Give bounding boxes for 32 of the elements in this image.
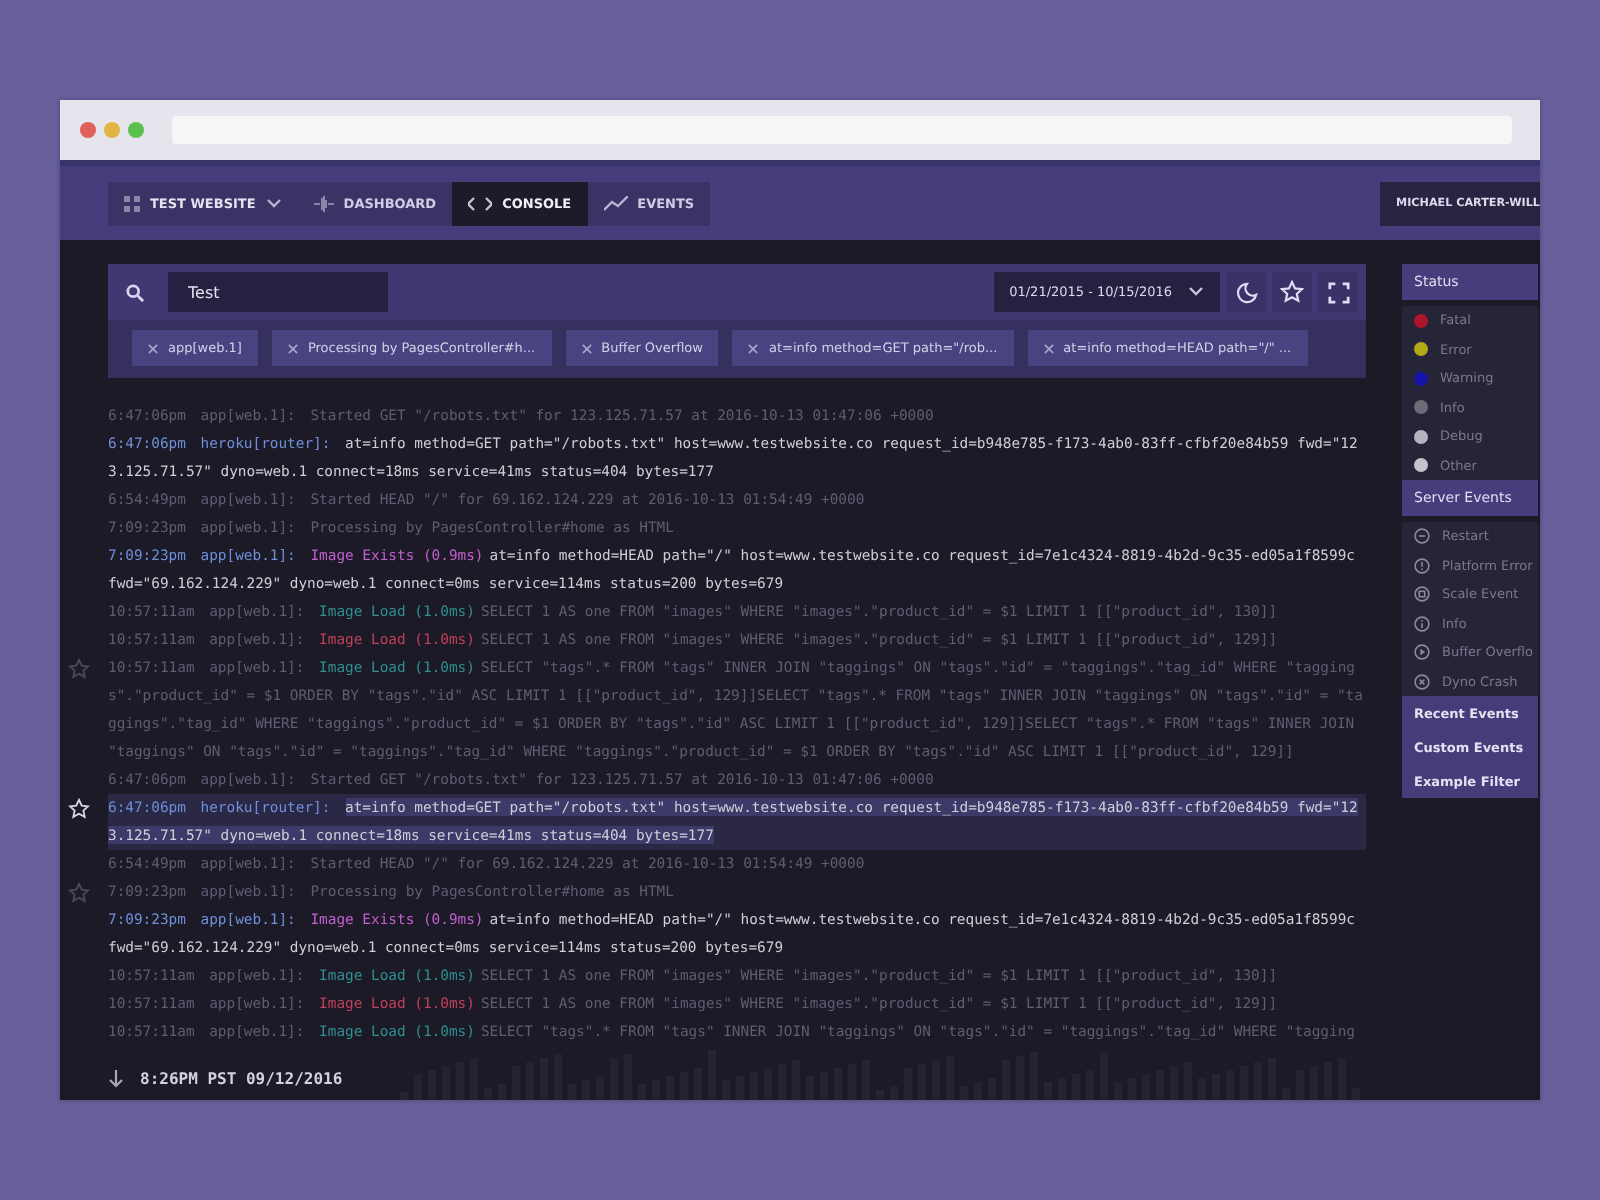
close-icon [287, 343, 298, 353]
exclamation-circle-icon [1414, 557, 1430, 574]
minus-circle-icon [1414, 528, 1430, 545]
code-icon [468, 195, 493, 211]
star-icon [1280, 280, 1304, 304]
minimize-dot-icon[interactable] [104, 122, 120, 138]
live-timestamp: 8:26PM PST 09/12/2016 [140, 1069, 343, 1087]
fullscreen-button[interactable] [1318, 272, 1358, 312]
square-circle-icon [1414, 586, 1430, 603]
cross-circle-icon [1414, 673, 1430, 690]
close-icon [1043, 343, 1054, 353]
close-icon [748, 343, 759, 353]
night-mode-button[interactable] [1226, 272, 1266, 312]
close-dot-icon[interactable] [80, 122, 96, 138]
favorite-button[interactable] [1272, 272, 1312, 312]
pulse-icon [313, 195, 334, 211]
star-icon[interactable] [68, 882, 90, 904]
down-arrow-icon[interactable] [108, 1069, 124, 1087]
grid-icon [124, 195, 140, 211]
close-icon [581, 343, 592, 353]
fullscreen-icon [1327, 281, 1349, 303]
maximize-dot-icon[interactable] [128, 122, 144, 138]
line-chart-icon [603, 195, 628, 211]
star-icon[interactable] [68, 658, 90, 680]
info-circle-icon [1414, 615, 1430, 632]
caret-icon [265, 197, 282, 209]
search-field[interactable]: Test [168, 272, 388, 312]
play-circle-icon [1414, 644, 1430, 661]
moon-icon [1235, 281, 1257, 303]
search-icon [126, 283, 144, 301]
close-icon [148, 343, 158, 353]
caret-icon [1188, 286, 1204, 298]
